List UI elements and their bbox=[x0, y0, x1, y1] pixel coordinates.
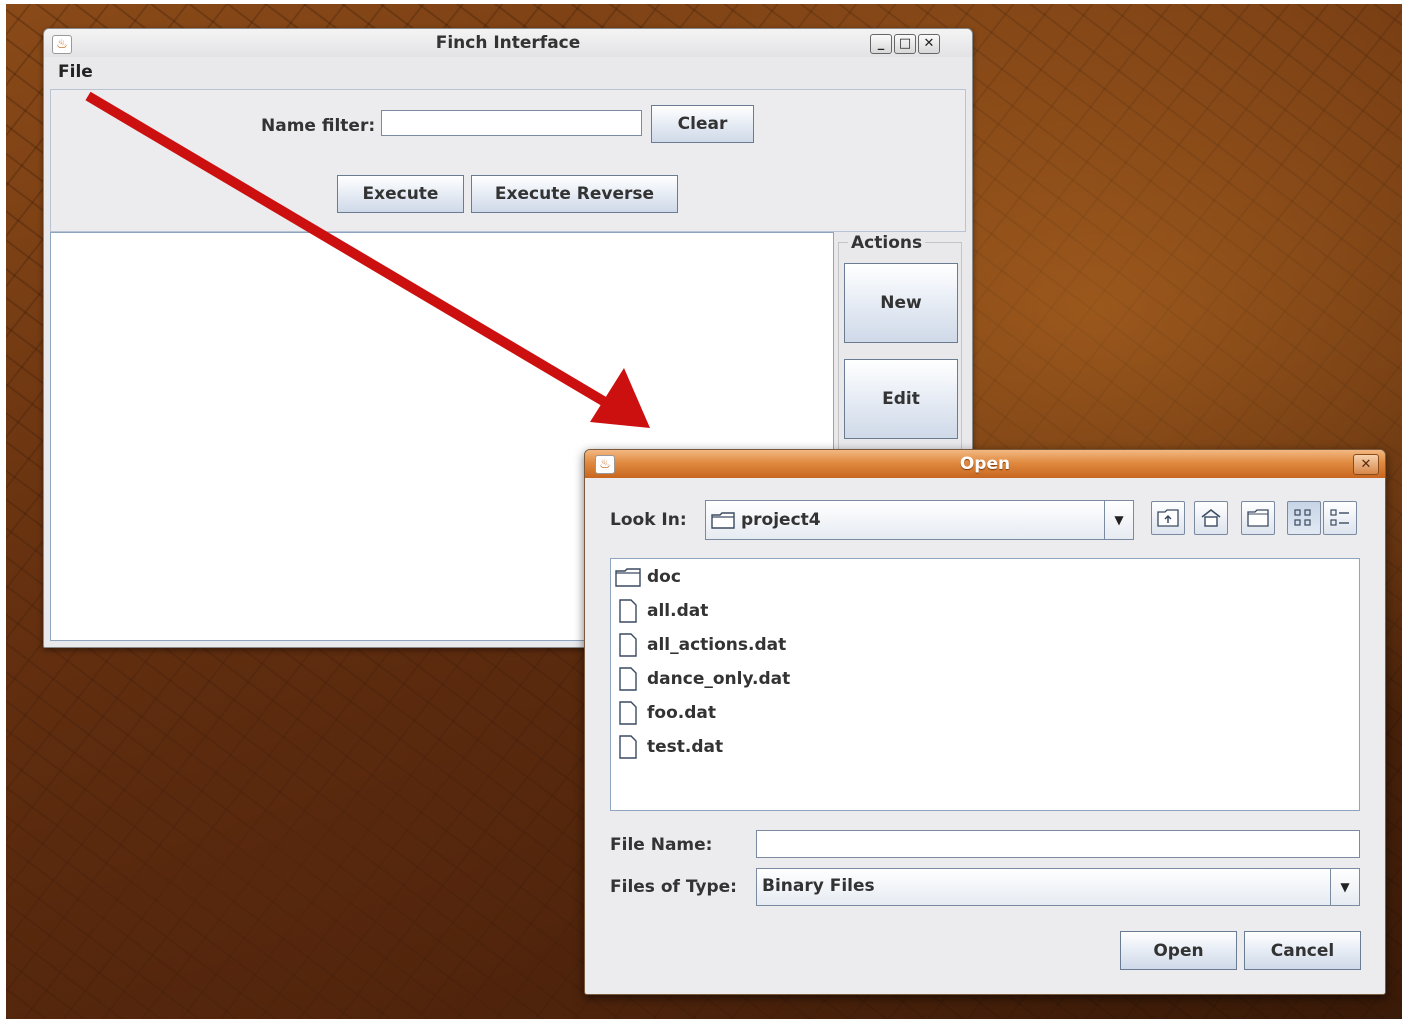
folder-up-icon bbox=[1157, 509, 1179, 527]
new-folder-icon bbox=[1247, 509, 1269, 527]
clear-button[interactable]: Clear bbox=[651, 105, 754, 143]
file-icon bbox=[619, 701, 637, 725]
open-button[interactable]: Open bbox=[1120, 931, 1237, 970]
files-of-type-value: Binary Files bbox=[762, 876, 875, 896]
look-in-value: project4 bbox=[741, 510, 821, 530]
list-item[interactable]: all.dat bbox=[615, 596, 708, 626]
files-of-type-label: Files of Type: bbox=[610, 877, 737, 897]
look-in-label: Look In: bbox=[610, 510, 687, 530]
cancel-button[interactable]: Cancel bbox=[1244, 931, 1361, 970]
close-icon[interactable]: ✕ bbox=[918, 34, 940, 54]
menu-bar: File bbox=[44, 59, 972, 87]
name-filter-label: Name filter: bbox=[261, 116, 376, 136]
maximize-icon[interactable]: □ bbox=[894, 34, 916, 54]
chevron-down-icon[interactable]: ▼ bbox=[1330, 869, 1359, 905]
list-item[interactable]: all_actions.dat bbox=[615, 630, 786, 660]
dialog-titlebar[interactable]: ♨ Open ✕ bbox=[585, 450, 1385, 478]
execute-reverse-button[interactable]: Execute Reverse bbox=[471, 175, 678, 213]
folder-icon bbox=[711, 512, 735, 529]
edit-button[interactable]: Edit bbox=[844, 359, 958, 439]
actions-group-title: Actions bbox=[848, 233, 926, 253]
minimize-icon[interactable]: _ bbox=[870, 34, 892, 54]
file-name: foo.dat bbox=[647, 703, 716, 723]
open-file-dialog: ♨ Open ✕ Look In: project4 ▼ doc all.dat… bbox=[584, 449, 1386, 995]
file-name: all_actions.dat bbox=[647, 635, 787, 655]
menu-file[interactable]: File bbox=[58, 62, 93, 82]
details-view-icon bbox=[1330, 509, 1349, 526]
home-icon bbox=[1201, 509, 1221, 527]
file-name: all.dat bbox=[647, 601, 709, 621]
file-name: test.dat bbox=[647, 737, 724, 757]
folder-icon bbox=[615, 568, 641, 587]
window-titlebar[interactable]: ♨ Finch Interface _ □ ✕ bbox=[44, 29, 972, 57]
file-name: doc bbox=[647, 567, 681, 587]
file-list[interactable]: doc all.dat all_actions.dat dance_only.d… bbox=[610, 558, 1360, 811]
list-item[interactable]: test.dat bbox=[615, 732, 723, 762]
dialog-title: Open bbox=[959, 454, 1011, 474]
execute-button[interactable]: Execute bbox=[337, 175, 464, 213]
window-title: Finch Interface bbox=[435, 33, 581, 53]
list-item[interactable]: dance_only.dat bbox=[615, 664, 790, 694]
file-icon bbox=[619, 633, 637, 657]
list-view-button[interactable] bbox=[1287, 501, 1321, 535]
file-icon bbox=[619, 735, 637, 759]
up-one-level-button[interactable] bbox=[1151, 501, 1185, 535]
file-icon bbox=[619, 667, 637, 691]
chevron-down-icon[interactable]: ▼ bbox=[1104, 501, 1133, 539]
details-view-button[interactable] bbox=[1323, 501, 1357, 535]
dialog-close-icon[interactable]: ✕ bbox=[1353, 454, 1379, 475]
file-name: dance_only.dat bbox=[647, 669, 791, 689]
files-of-type-combo[interactable]: Binary Files ▼ bbox=[756, 868, 1360, 906]
filter-panel: Name filter: Clear Execute Execute Rever… bbox=[50, 89, 966, 232]
file-name-label: File Name: bbox=[610, 835, 713, 855]
look-in-combo[interactable]: project4 ▼ bbox=[705, 500, 1134, 540]
list-item[interactable]: doc bbox=[615, 562, 681, 592]
new-button[interactable]: New bbox=[844, 263, 958, 343]
name-filter-input[interactable] bbox=[381, 110, 642, 136]
file-icon bbox=[619, 599, 637, 623]
list-view-icon bbox=[1294, 509, 1311, 526]
home-button[interactable] bbox=[1194, 501, 1228, 535]
list-item[interactable]: foo.dat bbox=[615, 698, 716, 728]
file-name-input[interactable] bbox=[756, 830, 1360, 858]
new-folder-button[interactable] bbox=[1241, 501, 1275, 535]
